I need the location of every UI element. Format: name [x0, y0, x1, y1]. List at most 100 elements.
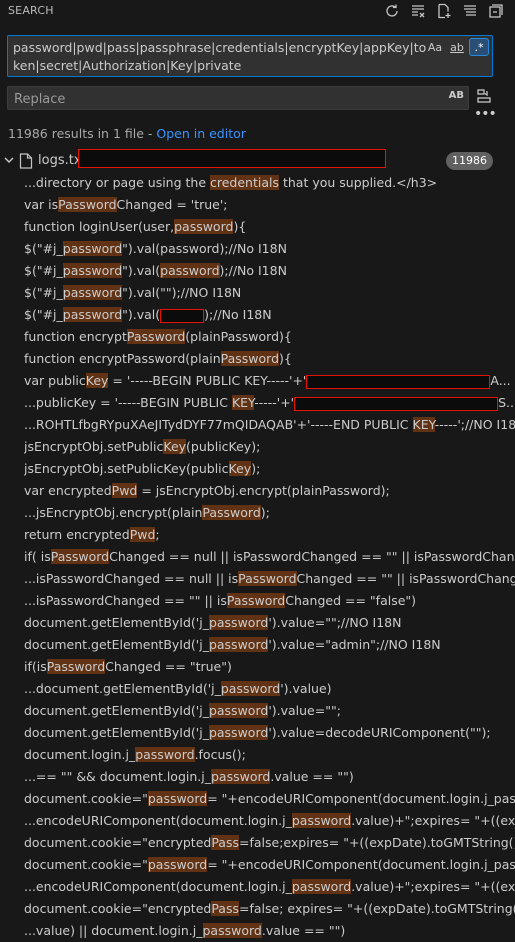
result-text: .focus(); [194, 747, 246, 762]
result-line[interactable]: document.login.j_password.focus(); [24, 744, 515, 766]
result-text: Changed == "false") [285, 593, 417, 608]
result-text: $("#j_ [24, 241, 63, 256]
match-case-button[interactable]: Aa [425, 38, 445, 56]
result-line[interactable]: ...ROHTLfbgRYpuXAeJITydDYF77mQIDAQAB'+'-… [24, 414, 515, 436]
result-line[interactable]: document.getElementById('j_password').va… [24, 700, 515, 722]
result-line[interactable]: function encryptPassword(plainPassword){ [24, 348, 515, 370]
result-line[interactable]: ...directory or page using the credentia… [24, 172, 515, 194]
result-text: ...directory or page using the [24, 175, 210, 190]
result-text: ").val(password);//No I18N [122, 241, 287, 256]
match-highlight: password [174, 219, 234, 234]
result-line[interactable]: $("#j_password").val(password);//No I18N [24, 238, 515, 260]
result-text: that you supplied.</h3> [279, 175, 438, 190]
result-text: ...document.getElementById('j_ [24, 681, 221, 696]
result-text: document.cookie="encrypted [24, 835, 212, 850]
chevron-down-icon[interactable] [3, 154, 15, 166]
result-line[interactable]: document.getElementById('j_password').va… [24, 612, 515, 634]
result-text: -----'+' [254, 395, 295, 410]
result-line[interactable]: $("#j_password").val();//No I18N [24, 304, 515, 326]
result-text: ').value="";//NO I18N [268, 615, 402, 630]
use-regex-button[interactable]: .* [469, 38, 489, 56]
result-text: var encrypted [24, 483, 112, 498]
search-view-header: SEARCH [0, 0, 515, 22]
result-text: document.getElementById('j_ [24, 703, 209, 718]
result-line[interactable]: ...encodeURIComponent(document.login.j_p… [24, 876, 515, 898]
result-line[interactable]: jsEncryptObj.setPublicKey(publicKey); [24, 458, 515, 480]
results-count-text: 11986 results in 1 file - [8, 126, 157, 141]
result-text: ...encodeURIComponent(document.login.j_ [24, 813, 292, 828]
result-line[interactable]: ...document.getElementById('j_password')… [24, 678, 515, 700]
result-text: A... [490, 373, 511, 388]
result-line[interactable]: document.cookie="password= "+encodeURICo… [24, 854, 515, 876]
result-line[interactable]: ...== "" && document.login.j_password.va… [24, 766, 515, 788]
replace-all-icon[interactable] [476, 88, 494, 106]
search-input[interactable]: password|pwd|pass|passphrase|credentials… [13, 39, 429, 75]
redacted-secret [160, 308, 205, 323]
result-line[interactable]: jsEncryptObj.setPublicKey(publicKey); [24, 436, 515, 458]
more-options-icon[interactable]: ••• [474, 106, 497, 122]
result-line[interactable]: document.cookie="encryptedPass=false;exp… [24, 832, 515, 854]
match-highlight: password [208, 725, 269, 740]
result-line[interactable]: if(isPasswordChanged == "true") [24, 656, 515, 678]
replace-input[interactable] [12, 89, 436, 109]
match-highlight: Password [126, 329, 186, 344]
match-highlight: KEY [412, 417, 435, 432]
result-line[interactable]: ...value) || document.login.j_password.v… [24, 920, 515, 942]
result-line[interactable]: document.cookie="encryptedPass=false; ex… [24, 898, 515, 920]
match-count-badge: 11986 [446, 152, 493, 170]
result-line[interactable]: var publicKey = '-----BEGIN PUBLIC KEY--… [24, 370, 515, 392]
open-in-editor-link[interactable]: Open in editor [156, 126, 246, 141]
result-text: .value)+";expires= "+((expDat... [351, 813, 515, 828]
result-text: document.cookie=" [24, 791, 148, 806]
result-line[interactable]: ...isPasswordChanged == null || isPasswo… [24, 568, 515, 590]
result-text: ); [260, 505, 270, 520]
result-text: ").val("");//NO I18N [122, 285, 242, 300]
result-text: .value == "") [270, 769, 354, 784]
result-line[interactable]: document.getElementById('j_password').va… [24, 722, 515, 744]
result-text: ; [155, 527, 160, 542]
result-line[interactable]: var isPasswordChanged = 'true'; [24, 194, 515, 216]
collapse-all-icon[interactable] [487, 2, 505, 20]
replace-input-box[interactable]: AB [7, 86, 469, 110]
refresh-icon[interactable] [383, 2, 401, 20]
search-input-box[interactable]: password|pwd|pass|passphrase|credentials… [7, 35, 493, 77]
result-text: document.cookie=" [24, 857, 148, 872]
result-text: .value)+";expires= "+((expDat... [351, 879, 515, 894]
result-line[interactable]: ...encodeURIComponent(document.login.j_p… [24, 810, 515, 832]
result-line[interactable]: $("#j_password").val(password);//No I18N [24, 260, 515, 282]
match-whole-word-button[interactable]: ab [447, 38, 467, 56]
result-line[interactable]: document.cookie="password= "+encodeURICo… [24, 788, 515, 810]
view-as-tree-icon[interactable] [461, 2, 479, 20]
match-highlight: Password [220, 351, 280, 366]
match-highlight: password [210, 769, 271, 784]
file-match-row[interactable]: logs.txt 11986 [0, 149, 515, 172]
match-highlight: Pwd [129, 527, 156, 542]
result-line[interactable]: ...jsEncryptObj.encrypt(plainPassword); [24, 502, 515, 524]
result-text: ').value="admin";//NO I18N [268, 637, 441, 652]
header-actions [383, 2, 505, 20]
new-search-editor-icon[interactable] [435, 2, 453, 20]
result-line[interactable]: ...publicKey = '-----BEGIN PUBLIC KEY---… [24, 392, 515, 414]
result-line[interactable]: return encryptedPwd; [24, 524, 515, 546]
result-text: ...isPasswordChanged == "" || is [24, 593, 227, 608]
match-highlight: password [160, 263, 220, 278]
clear-results-icon[interactable] [409, 2, 427, 20]
redacted-secret [294, 396, 499, 411]
result-line[interactable]: function encryptPassword(plainPassword){ [24, 326, 515, 348]
result-line[interactable]: $("#j_password").val("");//NO I18N [24, 282, 515, 304]
match-highlight: Pass [211, 835, 239, 850]
match-highlight: password [135, 747, 195, 762]
result-line[interactable]: if( isPasswordChanged == null || isPassw… [24, 546, 515, 568]
result-line[interactable]: ...isPasswordChanged == "" || isPassword… [24, 590, 515, 612]
result-text: if( is [24, 549, 51, 564]
result-text: function encrypt [24, 329, 127, 344]
result-line[interactable]: var encryptedPwd = jsEncryptObj.encrypt(… [24, 480, 515, 502]
result-text: $("#j_ [24, 307, 63, 322]
result-text: jsEncryptObj.setPublic [24, 439, 164, 454]
result-text: Changed == "" || isPasswordChanged =... [296, 571, 515, 586]
result-text: = jsEncryptObj.encrypt(plainPassword); [137, 483, 390, 498]
result-line[interactable]: document.getElementById('j_password').va… [24, 634, 515, 656]
match-highlight: password [208, 703, 269, 718]
result-line[interactable]: function loginUser(user,password){ [24, 216, 515, 238]
preserve-case-button[interactable]: AB [449, 90, 464, 101]
